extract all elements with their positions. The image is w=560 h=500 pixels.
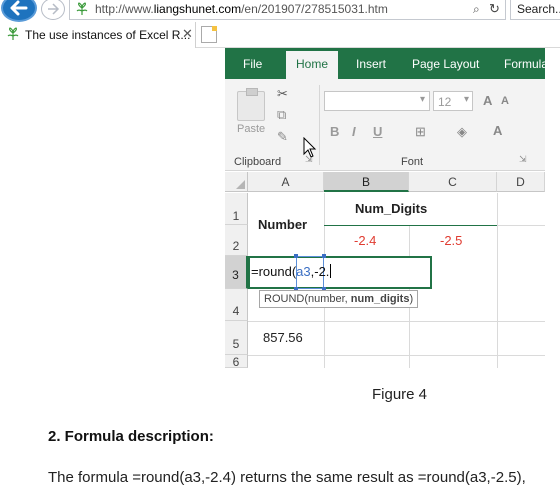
row-header-2[interactable]: 2 (225, 225, 248, 256)
font-size-box[interactable]: 12 ▾ (433, 91, 473, 111)
section-heading: 2. Formula description: (48, 428, 214, 445)
row-header-6[interactable]: 6 (225, 355, 248, 368)
gridline (497, 225, 545, 226)
url-text: http://www.liangshunet.com/en/201907/278… (95, 2, 388, 16)
figure-caption: Figure 4 (372, 386, 428, 403)
column-header-b[interactable]: B (324, 172, 409, 192)
refresh-icon[interactable]: ↻ (489, 1, 500, 17)
search-placeholder: Search... (517, 2, 560, 16)
column-header-c[interactable]: C (409, 172, 497, 192)
paste-button-label: Paste (237, 123, 266, 135)
address-search-icon[interactable]: ⌕ (473, 2, 480, 17)
text-caret (330, 264, 332, 278)
borders-icon[interactable]: ⊞ (415, 124, 426, 140)
gridline (324, 225, 497, 226)
row-header-3[interactable]: 3 (225, 256, 248, 289)
gridline (248, 355, 545, 356)
font-color-icon[interactable]: A (493, 123, 502, 138)
format-painter-icon[interactable]: ✎ (277, 129, 288, 145)
tab-title: The use instances of Excel R... (25, 28, 191, 42)
ribbon-tab-bar: File Home Insert Page Layout Formula (225, 48, 545, 79)
cell-c2[interactable]: -2.5 (440, 233, 462, 248)
column-header-a[interactable]: A (248, 172, 324, 192)
font-launcher-icon[interactable]: ⇲ (519, 154, 527, 165)
reference-handle (294, 254, 298, 258)
back-button[interactable] (1, 0, 37, 22)
body-paragraph: The formula =round(a3,-2.4) returns the … (48, 469, 526, 486)
decrease-font-icon[interactable]: A (501, 95, 509, 107)
ribbon-tab-file[interactable]: File (243, 57, 262, 71)
forward-arrow-icon (48, 3, 60, 15)
font-dropdown-icon: ▾ (419, 94, 425, 105)
underline-button[interactable]: U (373, 124, 382, 139)
tab-strip: The use instances of Excel R... ✕ (0, 22, 560, 48)
cell-b1-header[interactable]: Num_Digits (355, 201, 427, 216)
reference-handle (322, 254, 326, 258)
group-separator (319, 85, 320, 165)
row-header-4[interactable]: 4 (225, 289, 248, 321)
increase-font-icon[interactable]: A (483, 93, 492, 108)
tab-close-icon[interactable]: ✕ (182, 26, 193, 42)
back-arrow-icon (10, 0, 28, 16)
ribbon-tab-home[interactable]: Home (286, 51, 339, 79)
select-all-corner[interactable] (225, 172, 248, 192)
tab-favicon-icon (7, 27, 19, 40)
copy-icon[interactable]: ⧉ (277, 107, 286, 123)
ribbon-tab-formulas[interactable]: Formula (504, 57, 545, 71)
cell-b2[interactable]: -2.4 (354, 233, 376, 248)
function-tooltip: ROUND(number, num_digits) (259, 290, 419, 308)
column-header-d[interactable]: D (497, 172, 545, 192)
clipboard-group-label: Clipboard (234, 156, 282, 168)
italic-button[interactable]: I (352, 124, 356, 139)
address-field[interactable]: http://www.liangshunet.com/en/201907/278… (69, 0, 506, 20)
paste-icon[interactable] (237, 88, 265, 121)
forward-button[interactable] (41, 0, 65, 20)
site-favicon-icon (76, 2, 88, 15)
page: http://www.liangshunet.com/en/201907/278… (0, 0, 560, 500)
gridline (248, 321, 545, 322)
font-size-dropdown-icon: ▾ (463, 94, 469, 105)
font-size-value: 12 (438, 95, 452, 109)
row-header-5[interactable]: 5 (225, 321, 248, 355)
cell-a1-header[interactable]: Number (258, 217, 307, 232)
cut-icon[interactable]: ✂ (277, 86, 288, 102)
font-name-box[interactable]: ▾ (324, 91, 430, 111)
cell-a5[interactable]: 857.56 (263, 330, 303, 345)
font-group-label: Font (401, 156, 424, 168)
row-header-1[interactable]: 1 (225, 193, 248, 225)
gridline (497, 193, 498, 368)
ribbon-panel: Paste ✂ ⧉ ✎ Clipboard ⇲ ▾ 12 ▾ A A B I U… (225, 79, 545, 171)
excel-figure: File Home Insert Page Layout Formula Pas… (225, 48, 545, 368)
new-tab-button[interactable] (201, 26, 217, 43)
mouse-pointer-icon (303, 137, 317, 158)
ribbon-tab-insert[interactable]: Insert (356, 57, 386, 71)
cell-a3-formula[interactable]: =round(a3,-2. (251, 264, 332, 279)
search-input[interactable]: Search... (510, 0, 560, 20)
ribbon-tab-page-layout[interactable]: Page Layout (412, 57, 479, 71)
fill-color-icon[interactable]: ◈ (457, 124, 467, 140)
browser-tab-active[interactable]: The use instances of Excel R... ✕ (0, 22, 196, 48)
address-bar-row: http://www.liangshunet.com/en/201907/278… (0, 0, 560, 22)
bold-button[interactable]: B (330, 124, 339, 139)
